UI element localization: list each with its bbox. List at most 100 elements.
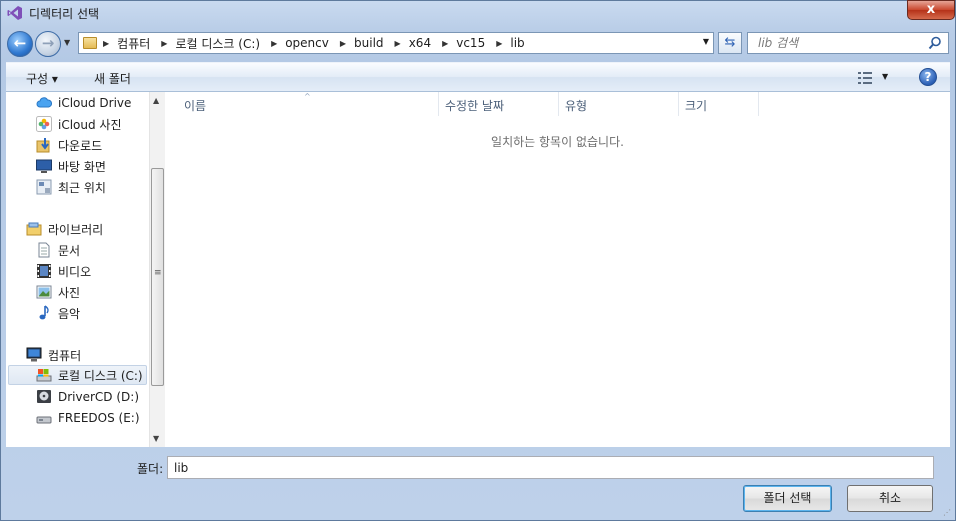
nav-item-label: 다운로드	[58, 138, 103, 153]
nav-item-documents[interactable]: 문서	[36, 240, 80, 260]
nav-item-label: 음악	[58, 306, 81, 321]
file-list: ^ 이름 수정한 날짜 유형 크기 일치하는 항목이 없습니다.	[165, 92, 950, 447]
command-bar: 구성 ▾ 새 폴더 ▼ ?	[6, 62, 950, 92]
videos-icon	[37, 264, 51, 278]
breadcrumb-item[interactable]: ▶ opencv	[271, 36, 337, 50]
column-divider[interactable]	[558, 92, 559, 116]
desktop-icon	[36, 159, 52, 173]
nav-item-label: 컴퓨터	[48, 348, 82, 363]
breadcrumb-chevron-icon: ▶	[161, 38, 168, 48]
navigation-pane-scrollbar[interactable]: ▲ ≡ ▼	[149, 92, 165, 447]
column-divider[interactable]	[678, 92, 679, 116]
nav-item-libraries[interactable]: 라이브러리	[26, 219, 103, 239]
downloads-icon	[36, 138, 50, 153]
empty-folder-message: 일치하는 항목이 없습니다.	[491, 135, 624, 149]
address-bar[interactable]: ▶ 컴퓨터 ▶ 로컬 디스크 (C:) ▶ opencv ▶ build ▶ x64 ▶ v…	[78, 32, 714, 54]
scrollbar-grip-icon: ≡	[154, 268, 162, 278]
breadcrumb-chevron-icon: ▶	[339, 38, 347, 48]
organize-menu-button[interactable]: 구성 ▾	[26, 70, 58, 87]
visual-studio-icon	[7, 6, 22, 20]
nav-item-label: DriverCD (D:)	[58, 390, 140, 404]
recent-places-icon	[36, 179, 52, 195]
nav-item-music[interactable]: 음악	[36, 303, 80, 323]
forward-button[interactable]: →	[35, 31, 61, 57]
folder-name-input[interactable]	[167, 456, 934, 479]
folder-label: 폴더:	[137, 462, 164, 476]
nav-item-label: 비디오	[58, 264, 92, 279]
help-button[interactable]: ?	[919, 68, 937, 86]
breadcrumb-chevron-icon: ▶	[394, 38, 401, 48]
nav-item-label: iCloud 사진	[58, 117, 122, 132]
search-icon[interactable]	[928, 36, 942, 50]
nav-item-pictures[interactable]: 사진	[36, 282, 80, 302]
new-folder-button[interactable]: 새 폴더	[94, 70, 131, 87]
nav-item-icloud-photos[interactable]: iCloud 사진	[36, 114, 122, 134]
nav-item-label: 최근 위치	[58, 180, 106, 195]
libraries-icon	[26, 222, 42, 236]
folder-picker-dialog: 디렉터리 선택 x ← → ▼ ▶ 컴퓨터 ▶ 로컬 디스크 (C:) ▶ openc…	[0, 0, 956, 521]
breadcrumb-item[interactable]: ▶ lib	[496, 36, 532, 50]
nav-item-label: iCloud Drive	[58, 96, 132, 110]
column-header-date-modified[interactable]: 수정한 날짜	[445, 97, 504, 114]
window-title: 디렉터리 선택	[29, 7, 100, 21]
title-bar: 디렉터리 선택 x	[1, 0, 956, 25]
cancel-button[interactable]: 취소	[847, 485, 933, 512]
nav-item-label: 로컬 디스크 (C:)	[58, 368, 143, 383]
view-details-icon[interactable]	[857, 71, 873, 85]
documents-icon	[38, 242, 50, 258]
breadcrumb-chevron-icon: ▶	[496, 38, 503, 48]
search-box	[747, 32, 949, 54]
scroll-down-arrow-icon[interactable]: ▼	[153, 434, 159, 443]
nav-item-downloads[interactable]: 다운로드	[36, 135, 102, 155]
column-divider[interactable]	[438, 92, 439, 116]
removable-drive-icon	[36, 416, 52, 424]
refresh-button[interactable]: ⇆	[718, 32, 742, 54]
local-disk-icon	[36, 369, 52, 382]
search-input[interactable]	[748, 33, 918, 53]
nav-item-label: 문서	[58, 243, 81, 258]
navigation-pane: iCloud Drive iCloud 사진 다운로드 바탕 화면 최근 위치 …	[6, 92, 165, 447]
column-header-type[interactable]: 유형	[565, 97, 587, 114]
breadcrumb-item[interactable]: ▶ vc15	[442, 36, 493, 50]
address-history-dropdown-icon[interactable]: ▼	[703, 37, 709, 46]
breadcrumb-chevron-icon: ▶	[271, 38, 278, 48]
view-options-dropdown-icon[interactable]: ▼	[882, 72, 888, 81]
close-button[interactable]: x	[907, 0, 955, 20]
nav-item-icloud-drive[interactable]: iCloud Drive	[36, 93, 131, 113]
recent-pages-dropdown-icon[interactable]: ▼	[64, 38, 70, 47]
breadcrumb-item[interactable]: ▶ 컴퓨터	[103, 35, 158, 52]
scrollbar-thumb[interactable]: ≡	[151, 168, 164, 386]
music-icon	[39, 305, 49, 320]
scroll-up-arrow-icon[interactable]: ▲	[153, 96, 159, 105]
folder-icon	[83, 37, 97, 49]
breadcrumb-chevron-icon: ▶	[103, 38, 110, 48]
nav-item-computer[interactable]: 컴퓨터	[26, 345, 81, 365]
column-divider[interactable]	[758, 92, 759, 116]
computer-icon	[26, 347, 42, 362]
select-folder-button[interactable]: 폴더 선택	[743, 485, 832, 512]
back-arrow-icon: ←	[13, 34, 27, 52]
nav-item-videos[interactable]: 비디오	[36, 261, 91, 281]
back-button[interactable]: ←	[7, 31, 33, 57]
icloud-drive-icon	[36, 97, 52, 108]
nav-item-recent-places[interactable]: 최근 위치	[36, 177, 106, 197]
breadcrumb-chevron-icon: ▶	[442, 38, 449, 48]
breadcrumb-item[interactable]: ▶ x64	[395, 36, 440, 50]
pictures-icon	[36, 285, 52, 299]
resize-grip-icon[interactable]: ⋰	[943, 508, 951, 517]
nav-item-drivercd-d[interactable]: DriverCD (D:)	[36, 387, 139, 407]
icloud-photos-icon	[36, 116, 52, 132]
nav-item-label: 사진	[58, 285, 81, 300]
address-row: ← → ▼ ▶ 컴퓨터 ▶ 로컬 디스크 (C:) ▶ opencv ▶ build ▶…	[1, 29, 956, 59]
nav-item-freedos-e[interactable]: FREEDOS (E:)	[36, 408, 140, 428]
breadcrumb-item[interactable]: ▶ 로컬 디스크 (C:)	[161, 35, 268, 52]
refresh-icon: ⇆	[724, 35, 736, 50]
nav-item-local-disk-c[interactable]: 로컬 디스크 (C:)	[8, 365, 147, 385]
cd-drive-icon	[37, 390, 51, 403]
forward-arrow-icon: →	[41, 34, 55, 52]
breadcrumb-item[interactable]: ▶ build	[340, 36, 392, 50]
column-header-size[interactable]: 크기	[685, 97, 707, 114]
nav-item-desktop[interactable]: 바탕 화면	[36, 156, 106, 176]
column-header-name[interactable]: 이름	[184, 97, 206, 114]
nav-item-label: 바탕 화면	[58, 159, 106, 174]
